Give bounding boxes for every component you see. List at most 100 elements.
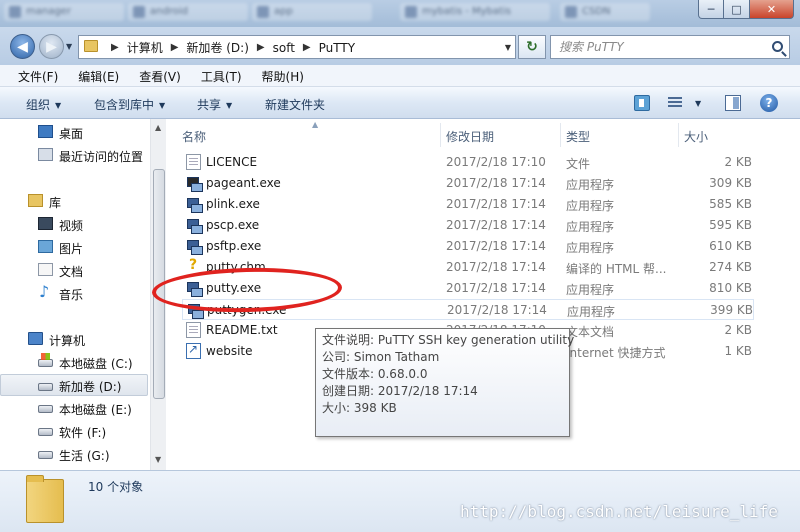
- nav-item-videos[interactable]: 视频: [0, 213, 148, 235]
- search-input[interactable]: [559, 40, 759, 54]
- forward-button[interactable]: ▶: [39, 34, 64, 59]
- column-header-date[interactable]: 修改日期: [440, 123, 560, 147]
- file-row[interactable]: putty.exe 2017/2/18 17:14 应用程序 810 KB: [182, 278, 754, 299]
- app-icon: [9, 6, 21, 18]
- chevron-right-icon[interactable]: ▶: [111, 42, 119, 53]
- file-date: 2017/2/18 17:14: [446, 281, 546, 295]
- file-date: 2017/2/18 17:14: [446, 197, 546, 211]
- menu-edit[interactable]: 编辑(E): [68, 65, 129, 86]
- nav-item-drive-c[interactable]: 本地磁盘 (C:): [0, 351, 148, 373]
- item-count: 10 个对象: [88, 480, 144, 494]
- minimize-button[interactable]: ─: [698, 0, 724, 19]
- nav-item-drive-f[interactable]: 软件 (F:): [0, 420, 148, 442]
- menu-tools[interactable]: 工具(T): [191, 65, 252, 86]
- file-type: 应用程序: [566, 220, 615, 234]
- chevron-right-icon[interactable]: ▶: [171, 42, 179, 53]
- navigation-pane-icon[interactable]: [634, 95, 650, 111]
- menu-view[interactable]: 查看(V): [129, 65, 191, 86]
- putty-app-icon: [186, 196, 203, 213]
- file-type: 应用程序: [566, 178, 615, 192]
- background-tab: mybatis - Mybatis: [400, 3, 550, 21]
- file-date: 2017/2/18 17:14: [446, 176, 546, 190]
- organize-button[interactable]: 组织 ▼: [26, 96, 61, 113]
- new-folder-button[interactable]: 新建文件夹: [265, 96, 325, 113]
- back-button[interactable]: ◀: [10, 34, 35, 59]
- folder-icon: [84, 40, 98, 52]
- file-row[interactable]: pscp.exe 2017/2/18 17:14 应用程序 595 KB: [182, 215, 754, 236]
- address-bar[interactable]: ▶ 计算机 ▶ 新加卷 (D:) ▶ soft ▶ PuTTY ▼: [78, 35, 516, 59]
- nav-item-music[interactable]: 音乐: [0, 282, 148, 304]
- nav-item-pictures[interactable]: 图片: [0, 236, 148, 258]
- nav-item-computer[interactable]: 计算机: [0, 328, 148, 350]
- tooltip-company: 公司: Simon Tatham: [322, 350, 440, 364]
- breadcrumb-soft[interactable]: soft: [273, 41, 295, 55]
- nav-item-desktop[interactable]: 桌面: [0, 121, 148, 143]
- recent-pages-dropdown-icon[interactable]: ▼: [66, 42, 72, 51]
- column-header-size[interactable]: 大小: [678, 123, 758, 147]
- recent-places-icon: [38, 148, 53, 161]
- help-icon[interactable]: ?: [760, 94, 778, 112]
- maximize-button[interactable]: □: [724, 0, 750, 19]
- nav-item-drive-e[interactable]: 本地磁盘 (E:): [0, 397, 148, 419]
- search-icon[interactable]: [772, 41, 783, 52]
- include-in-library-button[interactable]: 包含到库中 ▼: [94, 96, 165, 113]
- file-row-hovered[interactable]: puttygen.exe 2017/2/18 17:14 应用程序 399 KB: [182, 299, 754, 320]
- chevron-right-icon[interactable]: ▶: [257, 42, 265, 53]
- tooltip-created: 创建日期: 2017/2/18 17:14: [322, 384, 478, 398]
- nav-item-libraries[interactable]: 库: [0, 190, 148, 212]
- close-button[interactable]: ✕: [750, 0, 794, 19]
- nav-item-documents[interactable]: 文档: [0, 259, 148, 281]
- breadcrumb: ▶ 计算机 ▶ 新加卷 (D:) ▶ soft ▶ PuTTY: [103, 39, 355, 56]
- breadcrumb-putty[interactable]: PuTTY: [319, 41, 355, 55]
- refresh-button[interactable]: ↻: [518, 35, 546, 59]
- tooltip-description: 文件说明: PuTTY SSH key generation utility: [322, 333, 575, 347]
- putty-app-icon: [186, 217, 203, 234]
- chevron-down-icon[interactable]: ▼: [695, 99, 701, 108]
- file-size: 2 KB: [724, 323, 752, 337]
- file-row[interactable]: LICENCE 2017/2/18 17:10 文件 2 KB: [182, 152, 754, 173]
- breadcrumb-computer[interactable]: 计算机: [127, 39, 163, 56]
- search-box[interactable]: [550, 35, 790, 59]
- file-name: putty.chm: [206, 260, 266, 274]
- text-file-icon: [186, 322, 201, 338]
- scrollbar-thumb[interactable]: [153, 169, 165, 399]
- file-name: putty.exe: [206, 281, 262, 295]
- column-header-name[interactable]: ▲ 名称: [176, 120, 440, 147]
- app-icon: [405, 6, 417, 18]
- nav-item-drive-g[interactable]: 生活 (G:): [0, 443, 148, 465]
- nav-item-recent[interactable]: 最近访问的位置: [0, 144, 148, 166]
- putty-app-icon: [186, 280, 203, 297]
- file-name: website: [206, 344, 253, 358]
- change-view-icon[interactable]: [668, 95, 684, 111]
- breadcrumb-drive-d[interactable]: 新加卷 (D:): [186, 39, 248, 56]
- drive-icon: [38, 428, 53, 436]
- share-button[interactable]: 共享 ▼: [197, 96, 232, 113]
- desktop-icon: [38, 125, 53, 138]
- file-date: 2017/2/18 17:14: [447, 303, 547, 317]
- video-icon: [38, 217, 53, 230]
- file-date: 2017/2/18 17:10: [446, 155, 546, 169]
- column-header-type[interactable]: 类型: [560, 123, 678, 147]
- chevron-right-icon[interactable]: ▶: [303, 42, 311, 53]
- menu-file[interactable]: 文件(F): [8, 65, 68, 86]
- file-size: 610 KB: [709, 239, 752, 253]
- file-name: psftp.exe: [206, 239, 262, 253]
- menu-help[interactable]: 帮助(H): [252, 65, 314, 86]
- scroll-up-icon[interactable]: ▲: [155, 123, 161, 132]
- navigation-scrollbar[interactable]: ▲ ▼: [150, 119, 166, 470]
- background-tab: manager: [4, 3, 124, 21]
- folder-icon: [26, 475, 64, 523]
- nav-item-drive-d[interactable]: 新加卷 (D:): [0, 374, 148, 396]
- file-row[interactable]: psftp.exe 2017/2/18 17:14 应用程序 610 KB: [182, 236, 754, 257]
- file-row[interactable]: pageant.exe 2017/2/18 17:14 应用程序 309 KB: [182, 173, 754, 194]
- app-icon: [257, 6, 269, 18]
- scroll-down-icon[interactable]: ▼: [155, 455, 161, 464]
- file-row[interactable]: plink.exe 2017/2/18 17:14 应用程序 585 KB: [182, 194, 754, 215]
- content-area: 桌面 最近访问的位置 库 视频 图片 文档 音乐 计算机: [0, 119, 800, 470]
- preview-pane-icon[interactable]: [725, 95, 741, 111]
- putty-app-icon: [186, 238, 203, 255]
- libraries-icon: [28, 194, 43, 207]
- file-row[interactable]: putty.chm 2017/2/18 17:14 编译的 HTML 帮... …: [182, 257, 754, 278]
- help-file-icon: [186, 257, 201, 275]
- address-history-dropdown-icon[interactable]: ▼: [505, 43, 511, 52]
